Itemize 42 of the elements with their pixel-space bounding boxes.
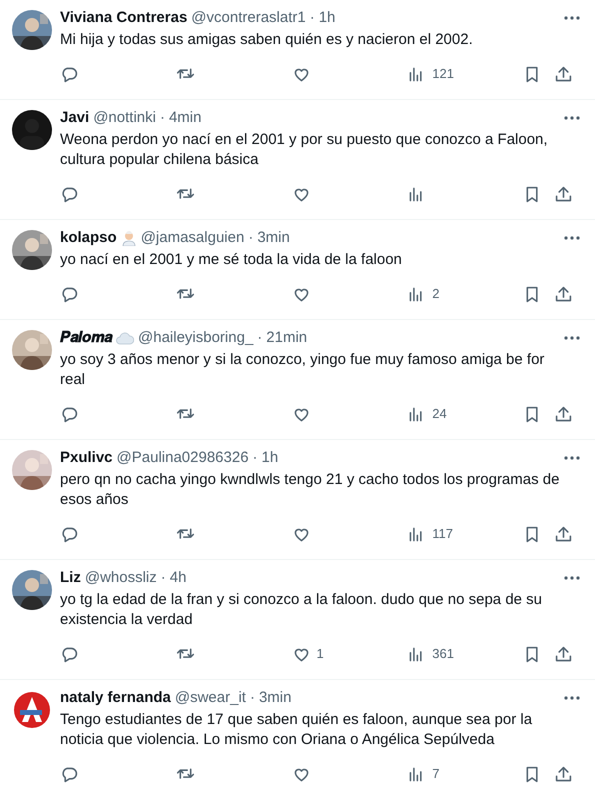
user-name[interactable]: Viviana Contreras [60, 8, 188, 28]
separator-dot: · [160, 568, 166, 588]
user-name[interactable]: Pxulivc [60, 448, 113, 468]
post-time[interactable]: 21min [266, 328, 308, 348]
separator-dot: · [160, 108, 165, 128]
separator-dot: · [252, 448, 258, 468]
user-handle[interactable]: @whossliz [84, 568, 157, 588]
user-name[interactable]: Liz [60, 568, 81, 588]
post-time[interactable]: 4min [168, 108, 202, 128]
post-text: yo soy 3 años menor y si la conozco, yingo fue muy famoso amiga be for real [60, 350, 546, 390]
post-text: Tengo estudiantes de 17 que saben quién es faloon, aunque sea por la noticia que violencia. Lo mismo con Oriana o Angélica Sepúlveda [60, 710, 534, 750]
post-text: Weona perdon yo nací en el 2001 y por su puesto que conozco a Faloon, cultura popular chilena básica [60, 130, 549, 170]
user-name[interactable]: 𝑷𝒂𝒍𝒐𝒎𝒂 [60, 328, 112, 348]
view-count: 7 [432, 765, 440, 784]
separator-dot: · [250, 688, 255, 708]
view-count: 24 [432, 405, 447, 424]
user-handle[interactable]: @jamasalguien [140, 228, 244, 248]
post-time[interactable]: 3min [257, 228, 290, 248]
user-handle[interactable]: @Paulina02986326 [116, 448, 249, 468]
separator-dot: · [257, 328, 262, 348]
post-text: pero qn no cacha yingo kwndlwls tengo 21 y cacho todos los programas de esos años [60, 470, 560, 510]
post-text: yo tg la edad de la fran y si conozco a la faloon. dudo que no sepa de su existencia la verdad [60, 590, 544, 630]
user-handle[interactable]: @swear_it [174, 688, 246, 708]
post-text: Mi hija y todas sus amigas saben quién es y nacieron el 2002. [60, 30, 474, 50]
user-name[interactable]: Javi [60, 108, 90, 128]
post-time[interactable]: 4h [170, 568, 186, 588]
like-count: 1 [316, 645, 324, 664]
user-name[interactable]: nataly fernanda [60, 688, 171, 708]
user-name[interactable]: kolapso [60, 228, 117, 248]
view-count: 121 [432, 65, 454, 84]
view-count: 2 [432, 285, 440, 304]
post-time[interactable]: 1h [318, 8, 336, 28]
post-time[interactable]: 3min [258, 688, 292, 708]
post-time[interactable]: 1h [262, 448, 278, 468]
user-handle[interactable]: @vcontreraslatr1 [191, 8, 306, 28]
post-text: yo nací en el 2001 y me sé toda la vida de la faloon [60, 250, 403, 270]
user-handle[interactable]: @nottinki [93, 108, 156, 128]
view-count: 117 [432, 525, 453, 544]
user-handle[interactable]: @haileyisboring_ [138, 328, 254, 348]
view-count: 361 [432, 645, 454, 664]
separator-dot: · [248, 228, 254, 248]
separator-dot: · [310, 8, 315, 28]
